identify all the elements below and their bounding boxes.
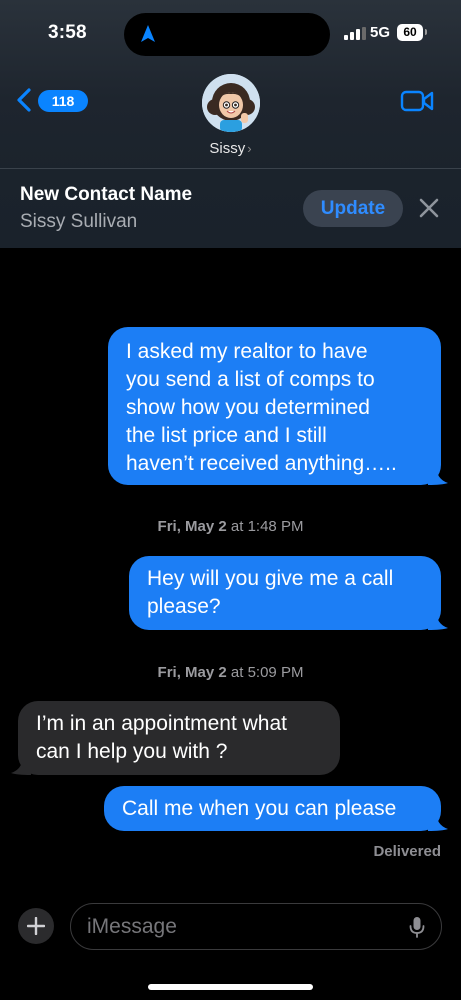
- clock: 3:58: [48, 22, 87, 43]
- network-type: 5G: [370, 24, 391, 41]
- message-text: show how you determined: [126, 396, 370, 419]
- timestamp-day: Fri, May 2: [157, 518, 227, 535]
- message-text: please?: [147, 595, 221, 618]
- facetime-video-button[interactable]: [400, 89, 434, 113]
- dynamic-island: [124, 13, 330, 56]
- contact-name-button[interactable]: Sissy ›: [0, 140, 461, 157]
- bubble-tail: [428, 610, 448, 630]
- message-bubble-outgoing[interactable]: Call me when you can please: [104, 786, 448, 831]
- message-bubble-outgoing[interactable]: I ran the numbers, you might get 220K be…: [104, 238, 448, 316]
- message-text: the list price and I still: [126, 424, 327, 447]
- new-contact-suggested-name: Sissy Sullivan: [20, 211, 138, 232]
- new-contact-banner: New Contact Name Sissy Sullivan: [20, 184, 192, 233]
- bubble-tail: [428, 465, 448, 485]
- battery-tip: [425, 29, 427, 35]
- home-indicator[interactable]: [148, 984, 313, 990]
- message-text: can I help you with ?: [36, 740, 228, 763]
- unread-count-badge: 118: [38, 90, 88, 112]
- timestamp: Fri, May 2 at 5:09 PM: [0, 664, 461, 681]
- message-text: I asked my realtor to have: [126, 340, 368, 363]
- message-bubble-outgoing[interactable]: Hey will you give me a call please?: [129, 556, 448, 630]
- message-text: Hey will you give me a call: [147, 567, 394, 590]
- delivery-status: Delivered: [373, 843, 441, 860]
- message-text: haven’t received anything…..: [126, 452, 397, 475]
- dismiss-banner-button[interactable]: [418, 197, 440, 219]
- message-bubble-incoming[interactable]: I’m in an appointment what can I help yo…: [11, 701, 340, 775]
- bubble-tail: [428, 811, 448, 831]
- microphone-icon[interactable]: [409, 916, 425, 938]
- back-button[interactable]: 118: [16, 86, 88, 116]
- chevron-right-icon: ›: [247, 141, 252, 156]
- timestamp-day: Fri, May 2: [157, 664, 227, 681]
- video-camera-icon: [400, 90, 434, 112]
- timestamp-time: at 5:09 PM: [230, 664, 304, 681]
- status-bar: 3:58 5G 60: [0, 0, 461, 66]
- timestamp: Fri, May 2 at 1:48 PM: [0, 518, 461, 535]
- new-contact-title: New Contact Name: [20, 184, 193, 205]
- plus-icon: [27, 917, 45, 935]
- imessage-input[interactable]: [87, 914, 387, 940]
- message-text: get 220K best case: [122, 280, 302, 303]
- close-icon: [419, 198, 439, 218]
- memoji-icon: [202, 74, 260, 132]
- message-text: you send a list of comps to: [126, 368, 375, 391]
- apps-plus-button[interactable]: [18, 908, 54, 944]
- bubble-tail: [428, 296, 448, 316]
- signal-bars-icon: [344, 27, 366, 40]
- battery-icon: 60: [397, 24, 423, 41]
- bubble-tail: [11, 755, 31, 775]
- message-compose-field[interactable]: [70, 903, 442, 950]
- header-divider: [0, 168, 461, 169]
- timestamp-time: at 1:48 PM: [230, 518, 304, 535]
- message-bubble-outgoing[interactable]: I asked my realtor to have you send a li…: [108, 327, 448, 485]
- message-text: I ran the numbers, you might: [122, 252, 390, 275]
- back-chevron-icon: [17, 88, 31, 112]
- message-text: Call me when you can please: [122, 797, 397, 820]
- data-detector-link[interactable]: 220K: [157, 280, 206, 303]
- location-arrow-icon: [141, 25, 155, 42]
- avatar[interactable]: [202, 74, 260, 132]
- update-contact-button[interactable]: Update: [303, 190, 403, 227]
- message-text: I’m in an appointment what: [36, 712, 287, 735]
- contact-name: Sissy: [209, 140, 246, 157]
